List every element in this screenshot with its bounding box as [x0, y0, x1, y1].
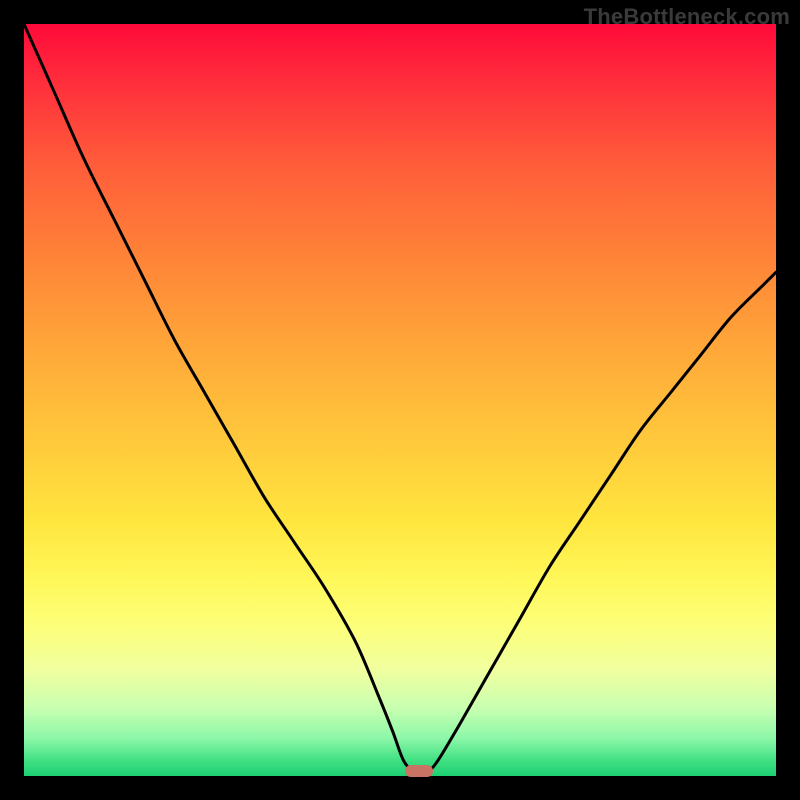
bottleneck-curve [24, 24, 776, 776]
watermark-text: TheBottleneck.com [584, 4, 790, 30]
chart-frame: TheBottleneck.com [0, 0, 800, 800]
plot-area [24, 24, 776, 776]
optimal-point-marker [405, 765, 433, 777]
